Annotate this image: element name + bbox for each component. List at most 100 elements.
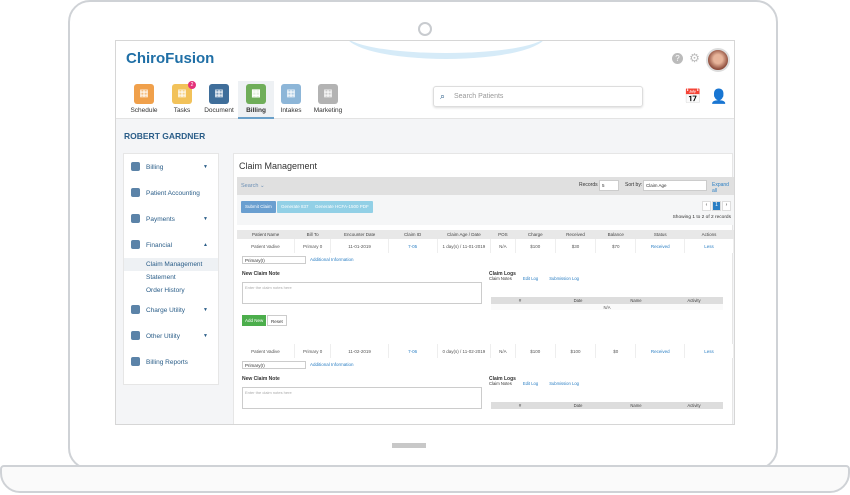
expand-all-link[interactable]: Expand all <box>712 182 734 194</box>
column-header[interactable]: Status <box>635 230 685 239</box>
tab-claim-notes[interactable]: Claim Notes <box>489 276 512 281</box>
decorative-swoosh <box>346 41 546 59</box>
tab-submission-log[interactable]: Submission Log <box>549 381 579 386</box>
tab-submission-log[interactable]: Submission Log <box>549 276 579 281</box>
payer-select[interactable]: Primary(I) <box>242 256 306 264</box>
document-icon: ▦ <box>209 84 229 104</box>
camera <box>418 22 432 36</box>
sidebar-sub-order-history[interactable]: Order History <box>124 284 218 297</box>
cell-claim-age-date: 1 day(s) / 11-01-2019 <box>437 239 492 253</box>
tab-claim-notes[interactable]: Claim Notes <box>489 381 512 386</box>
column-header[interactable]: Claim ID <box>388 230 438 239</box>
patient-name: ROBERT GARDNER <box>124 131 206 141</box>
column-header[interactable]: Balance <box>595 230 636 239</box>
claims-table: Patient Vadive Primary 0 11-02-2019 7-06 0 d… <box>237 344 734 358</box>
column-header[interactable]: Encounter Date <box>330 230 389 239</box>
cell-encounter-date: 11-02-2019 <box>330 344 389 358</box>
column-header[interactable]: POS <box>490 230 516 239</box>
sidebar: Billing ▼ Patient Accounting Payments ▼ Finan… <box>123 153 219 385</box>
chevron-down-icon: ▼ <box>203 307 208 313</box>
nav-label: Billing <box>246 107 266 114</box>
claim-logs: Claim Logs Claim Notes Edit Log Submission… <box>489 266 729 319</box>
sidebar-item-label: Payments <box>146 216 175 223</box>
search-toggle[interactable]: Search ⌄ <box>241 183 265 189</box>
patient-accounting-icon <box>131 188 140 197</box>
cell-received: $100 <box>555 344 597 358</box>
cell-encounter-date: 11-01-2019 <box>330 239 389 253</box>
nav-tasks[interactable]: ▦ 2 Tasks <box>164 81 200 119</box>
action-bar: Submit Claim Generate 837 Generate HCFA-… <box>237 195 734 225</box>
sort-select[interactable]: Claim Age <box>643 180 707 191</box>
generate-837-button[interactable]: Generate 837 <box>277 201 313 213</box>
sidebar-item-patient-accounting[interactable]: Patient Accounting <box>124 180 218 206</box>
sidebar-item-billing[interactable]: Billing ▼ <box>124 154 218 180</box>
log-header: Date <box>549 297 607 304</box>
claims-table: Patient Name Bill To Encounter Date Claim I… <box>237 230 734 253</box>
column-header[interactable]: Received <box>555 230 596 239</box>
prev-page-button[interactable]: ‹ <box>702 201 711 211</box>
add-patient-icon[interactable]: 👤 <box>710 88 727 105</box>
column-header[interactable]: Bill To <box>294 230 331 239</box>
claim-note-textarea[interactable]: Enter the claim notes here <box>242 387 482 409</box>
nav-document[interactable]: ▦ Document <box>201 81 237 119</box>
page-title: Claim Management <box>239 161 318 171</box>
avatar[interactable] <box>706 48 730 72</box>
app-screen: ChiroFusion ? ⚙ ▦ Schedule ▦ 2 Tasks ▦ Documen… <box>115 40 735 425</box>
cell-balance: $70 <box>595 239 637 253</box>
additional-info-link[interactable]: Additional Information <box>310 257 354 262</box>
gear-icon[interactable]: ⚙ <box>689 52 700 64</box>
nav-label: Schedule <box>130 107 158 114</box>
sidebar-item-label: Billing Reports <box>146 359 188 366</box>
page-1-button[interactable]: 1 <box>712 201 721 211</box>
tab-edit-log[interactable]: Edit Log <box>523 276 538 281</box>
billing-reports-icon <box>131 357 140 366</box>
sidebar-item-label: Charge Utility <box>146 307 186 314</box>
cell-actions[interactable]: Less <box>684 344 734 358</box>
header: ChiroFusion ? ⚙ ▦ Schedule ▦ 2 Tasks ▦ Documen… <box>116 41 734 119</box>
nav-marketing[interactable]: ▦ Marketing <box>310 81 346 119</box>
cell-bill-to: Primary 0 <box>294 239 332 253</box>
sidebar-item-charge-utility[interactable]: Charge Utility ▼ <box>124 297 218 323</box>
cell-claim-id[interactable]: 7-06 <box>388 344 438 358</box>
add-appointment-icon[interactable]: 📅 <box>684 88 701 105</box>
submit-claim-button[interactable]: Submit Claim <box>241 201 276 213</box>
globe-icon: ▦ <box>318 84 338 104</box>
log-header: Name <box>607 297 665 304</box>
help-icon[interactable]: ? <box>672 53 683 64</box>
cell-status: Received <box>635 239 686 253</box>
claim-note-textarea[interactable]: Enter the claim notes here <box>242 282 482 304</box>
claim-detail: Primary(I) Additional Information New Cl… <box>237 358 734 424</box>
cell-claim-age-date: 0 day(s) / 11-02-2019 <box>437 344 492 358</box>
sidebar-item-billing-reports[interactable]: Billing Reports <box>124 349 218 375</box>
nav-billing[interactable]: ▦ Billing <box>238 81 274 119</box>
sidebar-item-other-utility[interactable]: Other Utility ▼ <box>124 323 218 349</box>
sidebar-sub-claim-management[interactable]: Claim Management <box>124 258 218 271</box>
cell-claim-id[interactable]: 7-05 <box>388 239 438 253</box>
sidebar-item-financial[interactable]: Financial ▲ <box>124 232 218 258</box>
nav-schedule[interactable]: ▦ Schedule <box>126 81 162 119</box>
generate-hcfa-button[interactable]: Generate HCFA-1500 PDF <box>311 201 373 213</box>
log-header: Date <box>549 402 607 409</box>
reset-button[interactable]: Reset <box>267 315 287 326</box>
column-header[interactable]: Patient Name <box>237 230 295 239</box>
cell-actions[interactable]: Less <box>684 239 734 253</box>
sidebar-item-label: Other Utility <box>146 333 180 340</box>
column-header[interactable]: Claim Age / Date <box>437 230 491 239</box>
column-header[interactable]: Actions <box>684 230 734 239</box>
add-new-button[interactable]: Add New <box>242 315 267 326</box>
search-input[interactable]: ⌕ Search Patients <box>433 86 643 107</box>
dollar-icon: ▦ <box>246 84 266 104</box>
next-page-button[interactable]: › <box>722 201 731 211</box>
column-header[interactable]: Charge <box>515 230 556 239</box>
payer-select[interactable]: Primary(I) <box>242 361 306 369</box>
cell-charge: $100 <box>515 344 556 358</box>
additional-info-link[interactable]: Additional Information <box>310 362 354 367</box>
tab-edit-log[interactable]: Edit Log <box>523 381 538 386</box>
sidebar-item-payments[interactable]: Payments ▼ <box>124 206 218 232</box>
financial-icon <box>131 240 140 249</box>
records-count: Showing 1 to 2 of 2 records <box>672 215 731 220</box>
sidebar-sub-statement[interactable]: Statement <box>124 271 218 284</box>
nav-intakes[interactable]: ▦ Intakes <box>273 81 309 119</box>
records-select[interactable]: 5 <box>599 180 619 191</box>
table-row: Patient Vadive Primary 0 11-01-2019 7-05 1 d… <box>237 239 734 253</box>
